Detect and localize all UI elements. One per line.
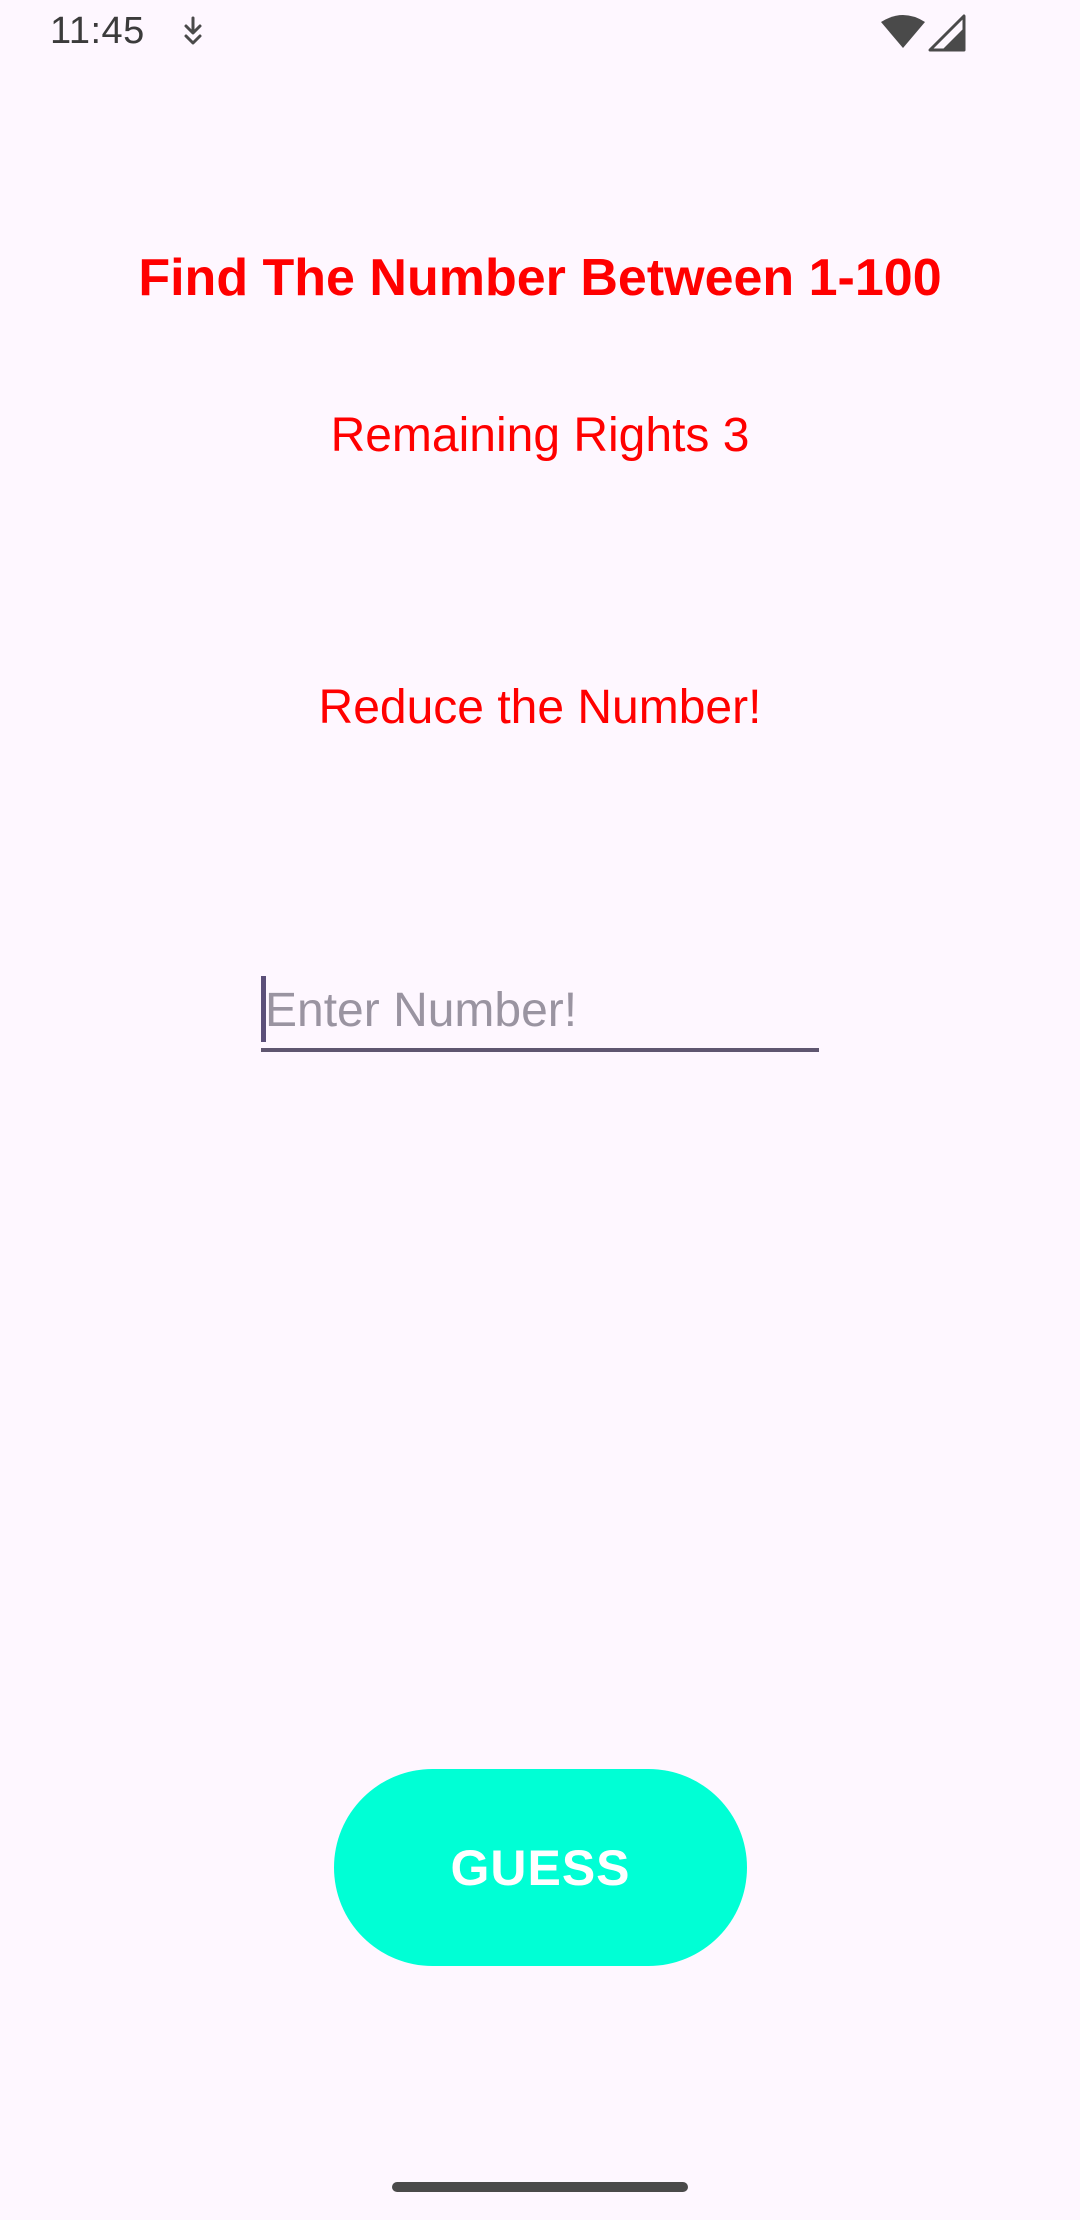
text-caret [261,976,266,1042]
signal-icon [928,14,966,52]
gesture-nav-handle[interactable] [392,2182,688,2192]
number-field[interactable] [261,972,819,1054]
wifi-icon [881,15,925,48]
page-title: Find The Number Between 1-100 [138,249,942,307]
guess-button[interactable]: GUESS [334,1769,747,1966]
notification-icon [184,16,202,45]
hint-message: Reduce the Number! [318,681,762,734]
status-bar: 11:45 [0,0,1080,64]
number-input[interactable] [261,972,819,1048]
status-time: 11:45 [50,10,145,52]
input-underline [261,1048,819,1052]
remaining-rights-label: Remaining Rights 3 [330,409,750,462]
